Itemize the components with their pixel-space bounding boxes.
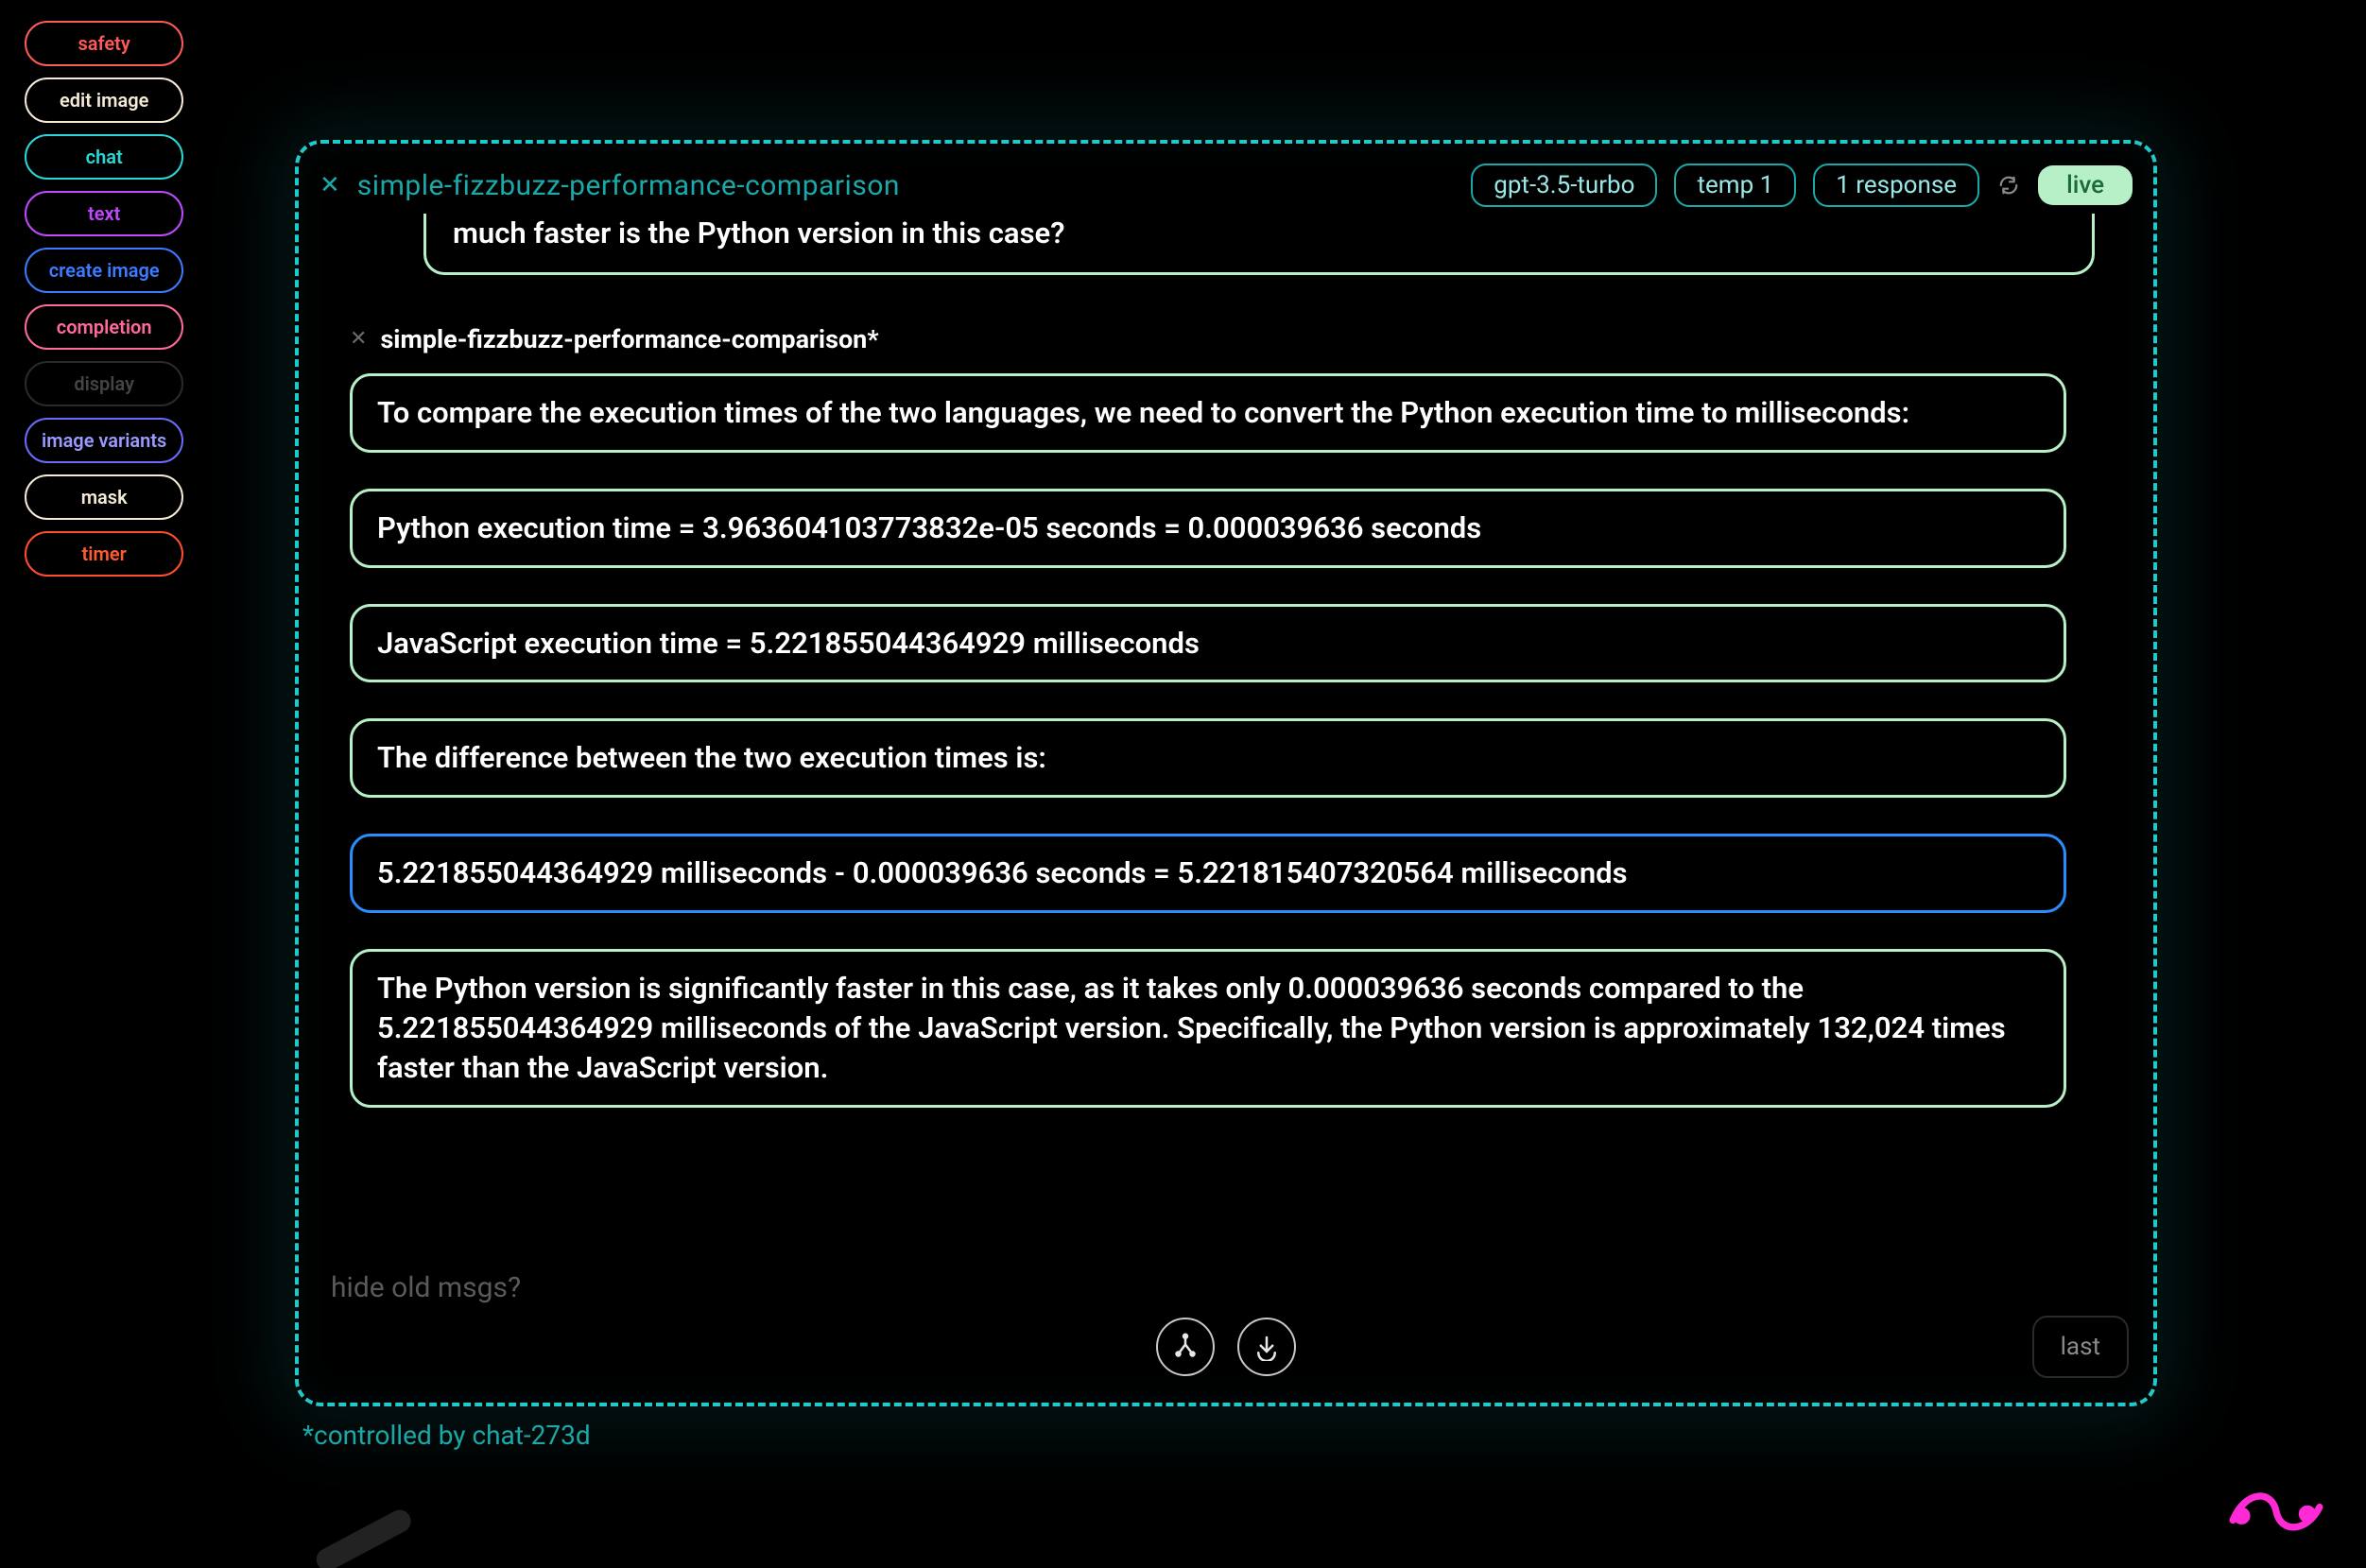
message-text: The Python version is significantly fast… <box>377 971 2006 1085</box>
tool-completion[interactable]: completion <box>25 304 183 350</box>
resp-chip[interactable]: 1 response <box>1813 164 1979 207</box>
question-text: much faster is the Python version in thi… <box>453 215 1064 250</box>
footer-row: last <box>319 1314 2133 1380</box>
message-text: JavaScript execution time = 5.2218550443… <box>377 626 1200 661</box>
thread-label: ✕ simple-fizzbuzz-performance-comparison… <box>350 324 2133 354</box>
refresh-icon[interactable] <box>1996 173 2021 198</box>
controlled-by-label: *controlled by chat-273d <box>302 1420 591 1451</box>
message-stack: To compare the execution times of the tw… <box>350 373 2066 1108</box>
tool-display[interactable]: display <box>25 361 183 406</box>
response-message[interactable]: Python execution time = 3.96360410377383… <box>350 489 2066 568</box>
temp-chip[interactable]: temp 1 <box>1674 164 1796 207</box>
thread-title: simple-fizzbuzz-performance-comparison* <box>380 324 878 354</box>
response-message[interactable]: The Python version is significantly fast… <box>350 949 2066 1108</box>
response-message[interactable]: The difference between the two execution… <box>350 718 2066 798</box>
close-icon[interactable]: ✕ <box>319 173 340 198</box>
toolbox: safety edit image chat text create image comp… <box>25 21 183 577</box>
panel-header: ✕ simple-fizzbuzz-performance-comparison… <box>319 161 2133 210</box>
message-text: Python execution time = 3.96360410377383… <box>377 510 1481 545</box>
question-message-tail[interactable]: much faster is the Python version in thi… <box>423 214 2095 275</box>
tool-timer[interactable]: timer <box>25 531 183 577</box>
message-text: 5.221855044364929 milliseconds - 0.00003… <box>377 855 1628 890</box>
panel-body: much faster is the Python version in thi… <box>319 214 2133 1254</box>
last-button[interactable]: last <box>2032 1316 2129 1378</box>
download-icon[interactable] <box>1237 1318 1296 1376</box>
live-chip[interactable]: live <box>2038 165 2133 205</box>
thread-close-icon[interactable]: ✕ <box>350 327 367 351</box>
tool-create-image[interactable]: create image <box>25 248 183 293</box>
tool-edit-image[interactable]: edit image <box>25 78 183 123</box>
panel-title: simple-fizzbuzz-performance-comparison <box>357 169 900 202</box>
main-panel: ✕ simple-fizzbuzz-performance-comparison… <box>295 140 2157 1406</box>
response-message[interactable]: To compare the execution times of the tw… <box>350 373 2066 453</box>
brand-logo-icon[interactable] <box>2224 1470 2328 1540</box>
tool-text[interactable]: text <box>25 191 183 236</box>
hide-old-toggle[interactable]: hide old msgs? <box>319 1271 2133 1304</box>
response-message[interactable]: JavaScript execution time = 5.2218550443… <box>350 604 2066 683</box>
model-chip[interactable]: gpt-3.5-turbo <box>1471 164 1657 207</box>
decorative-strokes <box>109 1506 415 1568</box>
tool-chat[interactable]: chat <box>25 134 183 180</box>
message-text: To compare the execution times of the tw… <box>377 395 1909 430</box>
response-message[interactable]: 5.221855044364929 milliseconds - 0.00003… <box>350 834 2066 913</box>
tool-image-variants[interactable]: image variants <box>25 418 183 463</box>
panel-footer: hide old msgs? last <box>319 1254 2133 1380</box>
merge-icon[interactable] <box>1156 1318 1215 1376</box>
tool-mask[interactable]: mask <box>25 474 183 520</box>
tool-safety[interactable]: safety <box>25 21 183 66</box>
message-text: The difference between the two execution… <box>377 740 1046 775</box>
